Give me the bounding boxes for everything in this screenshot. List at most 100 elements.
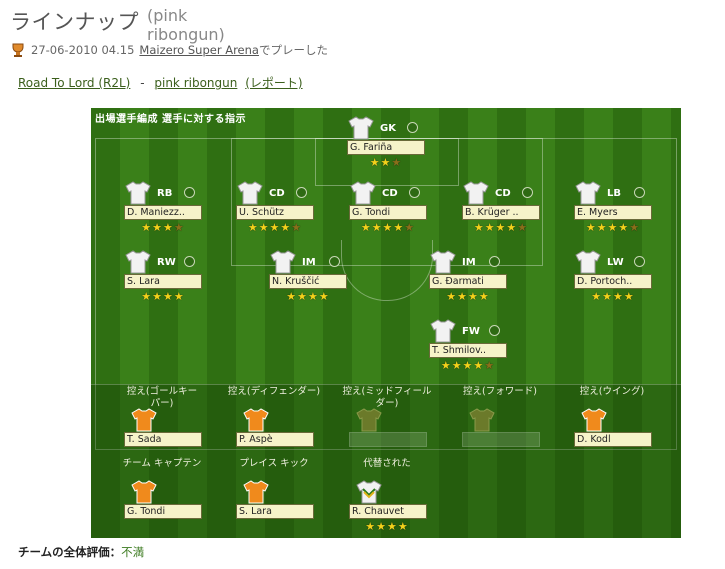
instruction-dot-icon[interactable] — [184, 256, 195, 267]
crumb-team-link[interactable]: pink ribongun — [154, 76, 237, 90]
team-rating: チームの全体評価：不満 — [18, 544, 144, 560]
player-card[interactable]: CD B. Krüger .. ★★★★★ — [462, 181, 540, 245]
player-position: CD — [495, 188, 511, 199]
player-card[interactable]: LB E. Myers ★★★★★ — [574, 181, 652, 245]
player-name[interactable]: G. Ðarmati — [429, 274, 507, 289]
page-title-text: ラインナップ — [10, 10, 139, 34]
player-card[interactable]: CD G. Tondi ★★★★★ — [349, 181, 427, 245]
page-title: ラインナップ (pink ribongun) — [10, 6, 225, 44]
arena-link[interactable]: Maizero Super Arena — [139, 43, 259, 57]
player-name[interactable]: E. Myers — [574, 205, 652, 220]
player-card[interactable]: RW S. Lara ★★★★ — [124, 250, 202, 314]
crumb-league-link[interactable]: Road To Lord (R2L) — [18, 76, 130, 90]
page-subtitle: (pink ribongun) — [147, 6, 225, 44]
player-rating-stars: ★★★★★ — [473, 221, 529, 234]
match-meta-suffix: でプレーした — [258, 43, 328, 57]
substitute-role-label: 代替された — [363, 458, 411, 469]
shirt-icon — [236, 181, 264, 205]
substitute-role-label: プレイス キック — [239, 458, 309, 469]
player-card[interactable]: CD U. Schütz ★★★★★ — [236, 181, 314, 245]
player-position: FW — [462, 326, 480, 337]
shirt-icon — [429, 319, 457, 343]
player-card[interactable]: FW T. Shmilov.. ★★★★★ — [429, 319, 507, 383]
player-position: LB — [607, 188, 621, 199]
instruction-dot-icon[interactable] — [184, 187, 195, 198]
player-rating-stars: ★★★★ — [446, 290, 490, 303]
substitute-name[interactable]: S. Lara — [236, 504, 314, 519]
shirt-icon — [130, 480, 158, 504]
shirt-icon — [574, 250, 602, 274]
substitute-rating-stars: ★★★★ — [365, 520, 409, 533]
player-position: IM — [302, 257, 316, 268]
shirt-icon — [124, 250, 152, 274]
team-rating-value: 不満 — [121, 545, 145, 559]
player-rating-stars: ★★★★★ — [585, 221, 641, 234]
substitute-name[interactable]: T. Sada — [124, 432, 202, 447]
player-name[interactable]: T. Shmilov.. — [429, 343, 507, 358]
player-rating-stars: ★★★★ — [286, 290, 330, 303]
crumb-separator: - — [140, 76, 145, 90]
substitute-role-label: 控え(フォワード) — [463, 386, 537, 397]
player-card[interactable]: LW D. Portoch.. ★★★★ — [574, 250, 652, 314]
player-name[interactable]: D. Maniezz.. — [124, 205, 202, 220]
instruction-dot-icon[interactable] — [634, 256, 645, 267]
player-position: CD — [269, 188, 285, 199]
instruction-dot-icon[interactable] — [634, 187, 645, 198]
trophy-icon — [10, 42, 26, 58]
instruction-dot-icon[interactable] — [489, 325, 500, 336]
match-date: 27-06-2010 04.15 — [31, 43, 135, 57]
player-name[interactable]: S. Lara — [124, 274, 202, 289]
player-rating-stars: ★★★★★ — [440, 359, 496, 372]
player-name[interactable]: B. Krüger .. — [462, 205, 540, 220]
substitute-name[interactable]: P. Aspè — [236, 432, 314, 447]
player-position: GK — [380, 123, 396, 134]
player-rating-stars: ★★★★★ — [360, 221, 416, 234]
shirt-icon — [429, 250, 457, 274]
shirt-icon — [347, 116, 375, 140]
player-card[interactable]: IM N. Kruščić ★★★★ — [269, 250, 347, 314]
shirt-icon — [580, 408, 608, 432]
substitute-role-label: 控え(ミッドフィール ダー) — [342, 386, 432, 409]
instruction-dot-icon[interactable] — [522, 187, 533, 198]
player-rating-stars: ★★★ — [369, 156, 403, 169]
instruction-dot-icon[interactable] — [296, 187, 307, 198]
player-position: RW — [157, 257, 176, 268]
shirt-icon — [242, 480, 270, 504]
instruction-dot-icon[interactable] — [409, 187, 420, 198]
substitute-name[interactable] — [462, 432, 540, 447]
shirt-icon — [355, 408, 383, 432]
player-name[interactable]: G. Fariña — [347, 140, 425, 155]
substitute-role-label: チーム キャプテン — [122, 458, 202, 469]
lineup-field: 出場選手編成 選手に対する指示 GK G. Fariña ★★★ RB D. Manie… — [91, 108, 681, 538]
instruction-dot-icon[interactable] — [489, 256, 500, 267]
player-name[interactable]: D. Portoch.. — [574, 274, 652, 289]
shirt-icon — [124, 181, 152, 205]
instruction-dot-icon[interactable] — [407, 122, 418, 133]
substitute-name[interactable]: D. Kodl — [574, 432, 652, 447]
player-card[interactable]: RB D. Maniezz.. ★★★★ — [124, 181, 202, 245]
player-position: LW — [607, 257, 624, 268]
substitute-role-label: 控え(ウイング) — [579, 386, 645, 397]
player-card[interactable]: IM G. Ðarmati ★★★★ — [429, 250, 507, 314]
match-meta: 27-06-2010 04.15 Maizero Super Arena でプレ… — [10, 42, 328, 58]
player-card[interactable]: GK G. Fariña ★★★ — [347, 116, 425, 180]
substitute-name[interactable]: G. Tondi — [124, 504, 202, 519]
player-rating-stars: ★★★★ — [591, 290, 635, 303]
substitute-role-label: 控え(ゴールキー パー) — [126, 386, 198, 409]
shirt-icon — [468, 408, 496, 432]
player-name[interactable]: U. Schütz — [236, 205, 314, 220]
breadcrumb: Road To Lord (R2L) - pink ribongun (レポート… — [18, 74, 303, 91]
substitute-name[interactable]: R. Chauvet — [349, 504, 427, 519]
shirt-icon — [242, 408, 270, 432]
instruction-dot-icon[interactable] — [329, 256, 340, 267]
shirt-icon — [269, 250, 297, 274]
shirt-icon — [355, 480, 383, 504]
shirt-icon — [462, 181, 490, 205]
player-position: IM — [462, 257, 476, 268]
crumb-report-link[interactable]: (レポート) — [245, 76, 302, 90]
substitute-name[interactable] — [349, 432, 427, 447]
player-name[interactable]: G. Tondi — [349, 205, 427, 220]
player-name[interactable]: N. Kruščić — [269, 274, 347, 289]
player-position: RB — [157, 188, 173, 199]
shirt-icon — [574, 181, 602, 205]
